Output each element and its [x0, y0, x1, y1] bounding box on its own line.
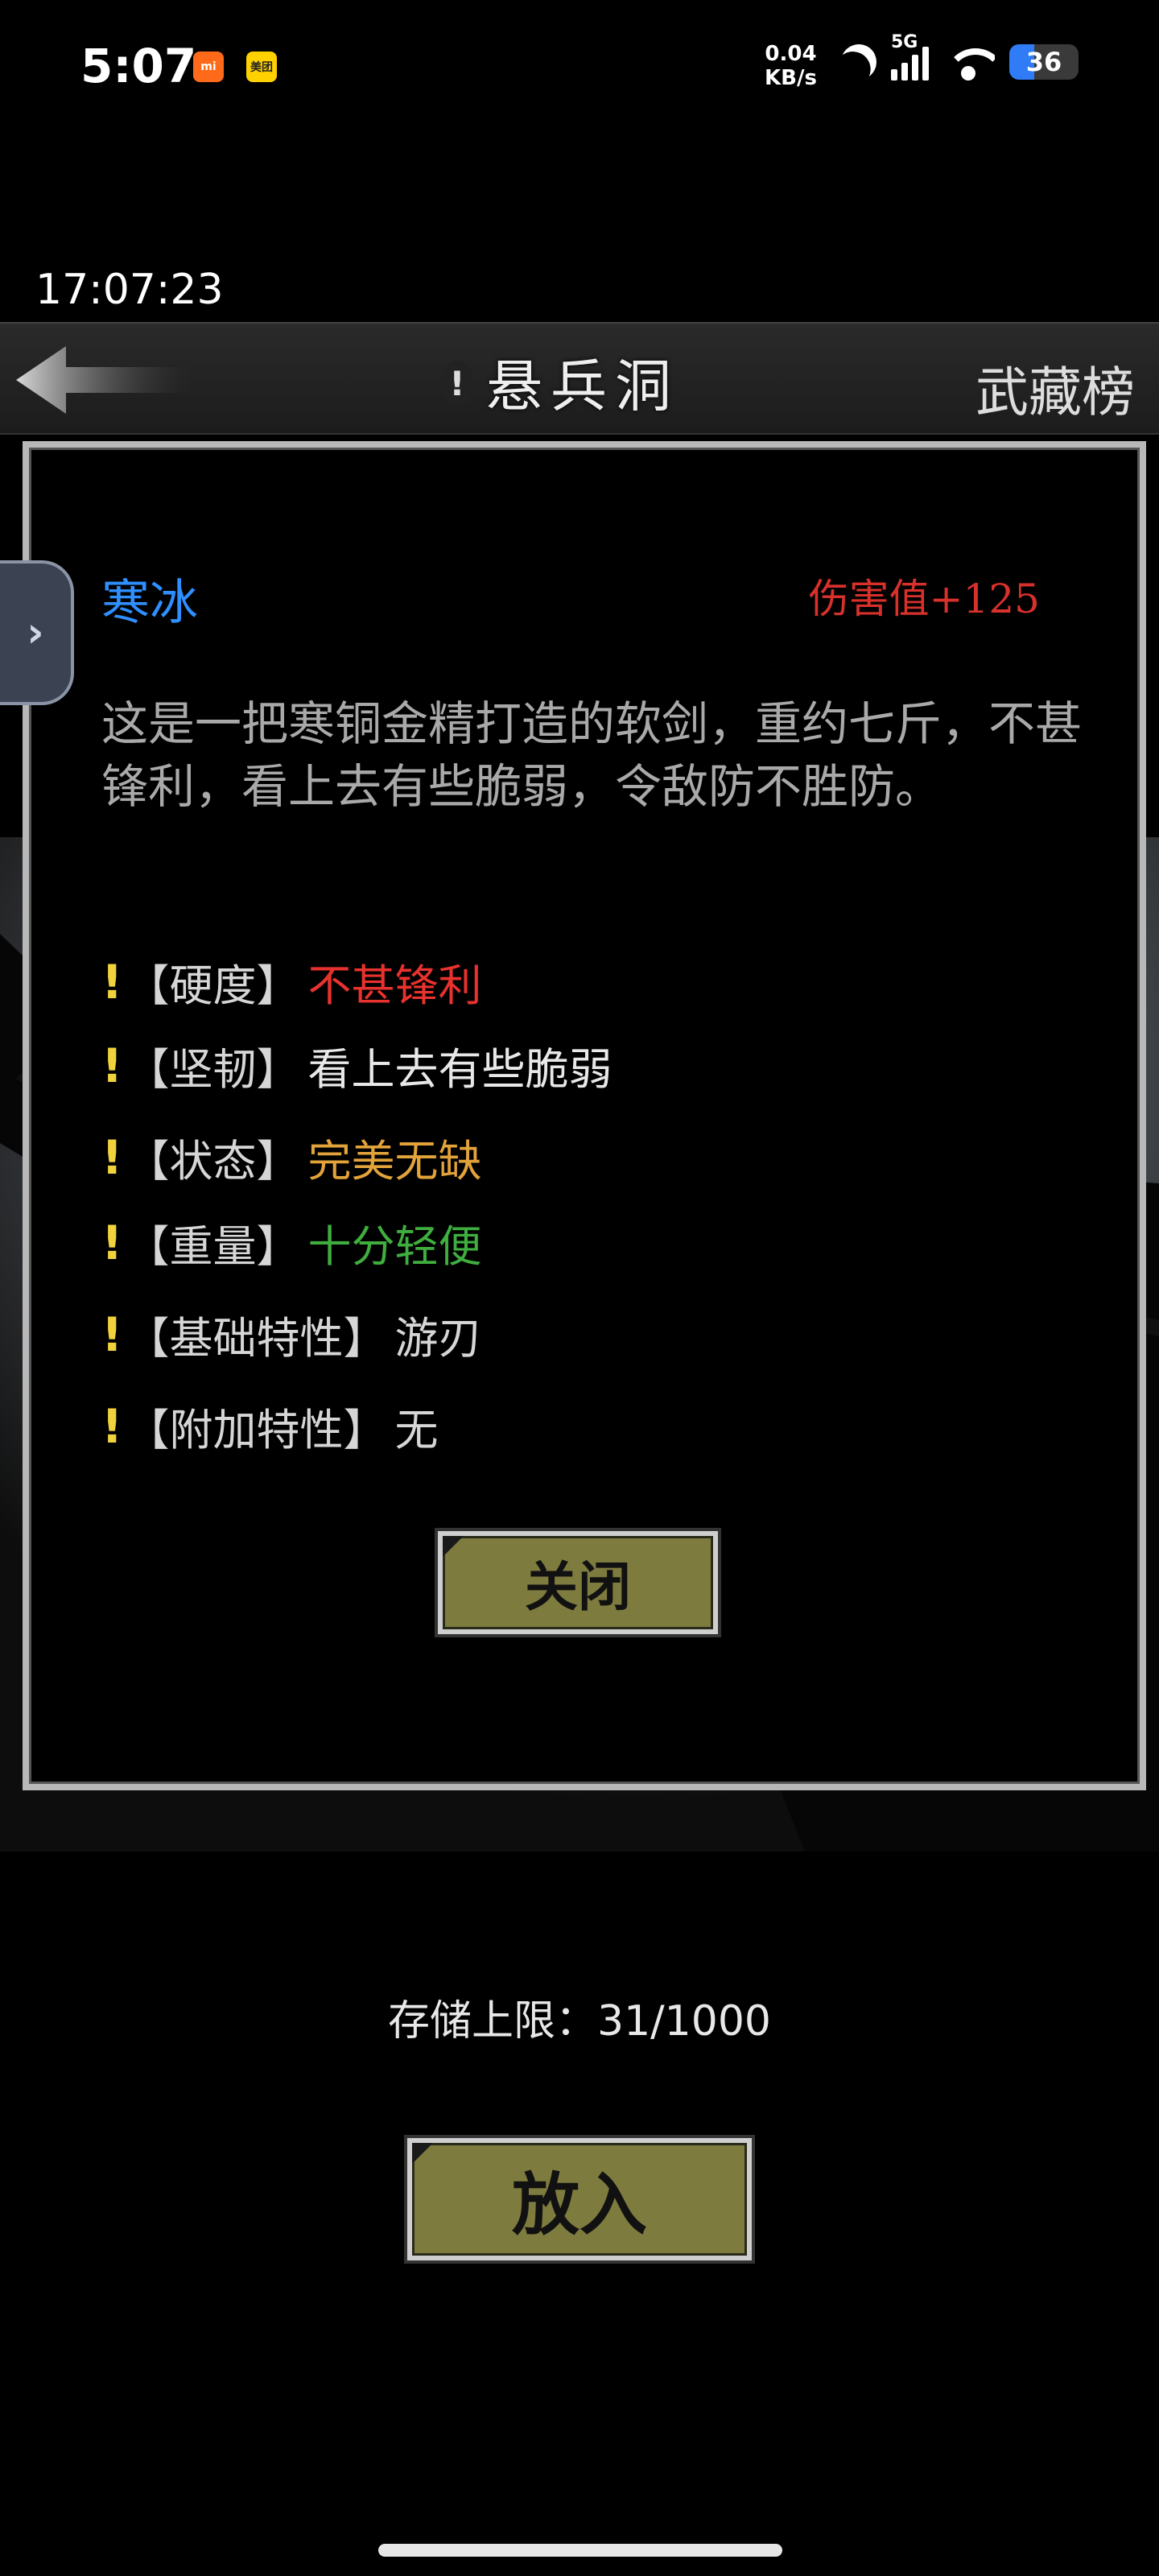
back-arrow-icon	[16, 346, 193, 414]
attribute-row-extra-trait: ! 【附加特性】 无	[101, 1394, 438, 1458]
attribute-key: 【基础特性】	[126, 1313, 387, 1364]
network-type-label: 5G	[891, 32, 918, 52]
alert-icon: !	[101, 1038, 123, 1093]
chevron-right-icon: ›	[27, 609, 44, 657]
do-not-disturb-icon	[836, 39, 881, 85]
network-speed: 0.04 KB/s	[765, 42, 817, 90]
ranking-link[interactable]: 武藏榜	[975, 349, 1135, 427]
back-button[interactable]	[16, 343, 193, 417]
close-button[interactable]: 关闭	[438, 1531, 718, 1634]
meituan-app-icon: 美团	[246, 52, 277, 82]
attribute-value: 游刃	[394, 1313, 482, 1364]
item-description: 这是一把寒铜金精打造的软剑，重约七斤，不甚锋利，看上去有些脆弱，令敌防不胜防。	[101, 696, 1083, 814]
alert-icon: !	[101, 1129, 123, 1185]
storage-limit: 存储上限：31/1000	[387, 1997, 772, 2046]
put-in-button[interactable]: 放入	[407, 2138, 752, 2260]
alert-icon: !	[101, 954, 123, 1009]
alert-icon: !	[101, 1215, 123, 1270]
battery-icon: 36	[1009, 44, 1079, 80]
attribute-key: 【重量】	[126, 1221, 300, 1272]
xiaomi-app-icon: mi	[193, 52, 224, 82]
network-speed-unit: KB/s	[765, 66, 817, 90]
status-time: 5:07	[80, 39, 197, 93]
attribute-value: 不甚锋利	[307, 960, 482, 1011]
battery-level: 36	[1025, 47, 1062, 77]
wifi-icon	[943, 43, 995, 80]
attribute-key: 【硬度】	[126, 960, 300, 1011]
attribute-key: 【附加特性】	[126, 1405, 387, 1455]
cellular-signal-icon: 5G	[891, 32, 929, 80]
attribute-row-toughness: ! 【坚韧】 看上去有些脆弱	[101, 1034, 612, 1097]
page-title: 悬兵洞	[486, 353, 679, 419]
attribute-key: 【状态】	[126, 1136, 300, 1187]
attribute-row-weight: ! 【重量】 十分轻便	[101, 1211, 481, 1274]
attribute-row-condition: ! 【状态】 完美无缺	[101, 1125, 481, 1189]
alert-icon: !	[101, 1307, 123, 1362]
status-bar: 5:07 mi 美团 0.04 KB/s 5G 36	[0, 0, 1159, 137]
attribute-key: 【坚韧】	[126, 1044, 300, 1095]
home-indicator[interactable]	[378, 2544, 782, 2557]
attribute-row-hardness: ! 【硬度】 不甚锋利	[101, 950, 481, 1013]
attribute-value: 十分轻便	[307, 1221, 482, 1272]
item-damage: 伤害值+125	[808, 576, 1040, 622]
item-name: 寒冰	[101, 575, 198, 631]
attribute-value: 无	[394, 1405, 439, 1455]
top-nav: ! 悬兵洞 武藏榜	[0, 322, 1159, 435]
side-expand-tab[interactable]: ›	[0, 560, 74, 705]
attribute-value: 看上去有些脆弱	[307, 1044, 612, 1095]
title-alert-icon: !	[441, 361, 473, 406]
attribute-value: 完美无缺	[307, 1136, 482, 1187]
network-speed-value: 0.04	[765, 42, 817, 66]
alert-icon: !	[101, 1398, 123, 1454]
attribute-row-base-trait: ! 【基础特性】 游刃	[101, 1302, 481, 1366]
game-clock: 17:07:23	[35, 266, 224, 314]
